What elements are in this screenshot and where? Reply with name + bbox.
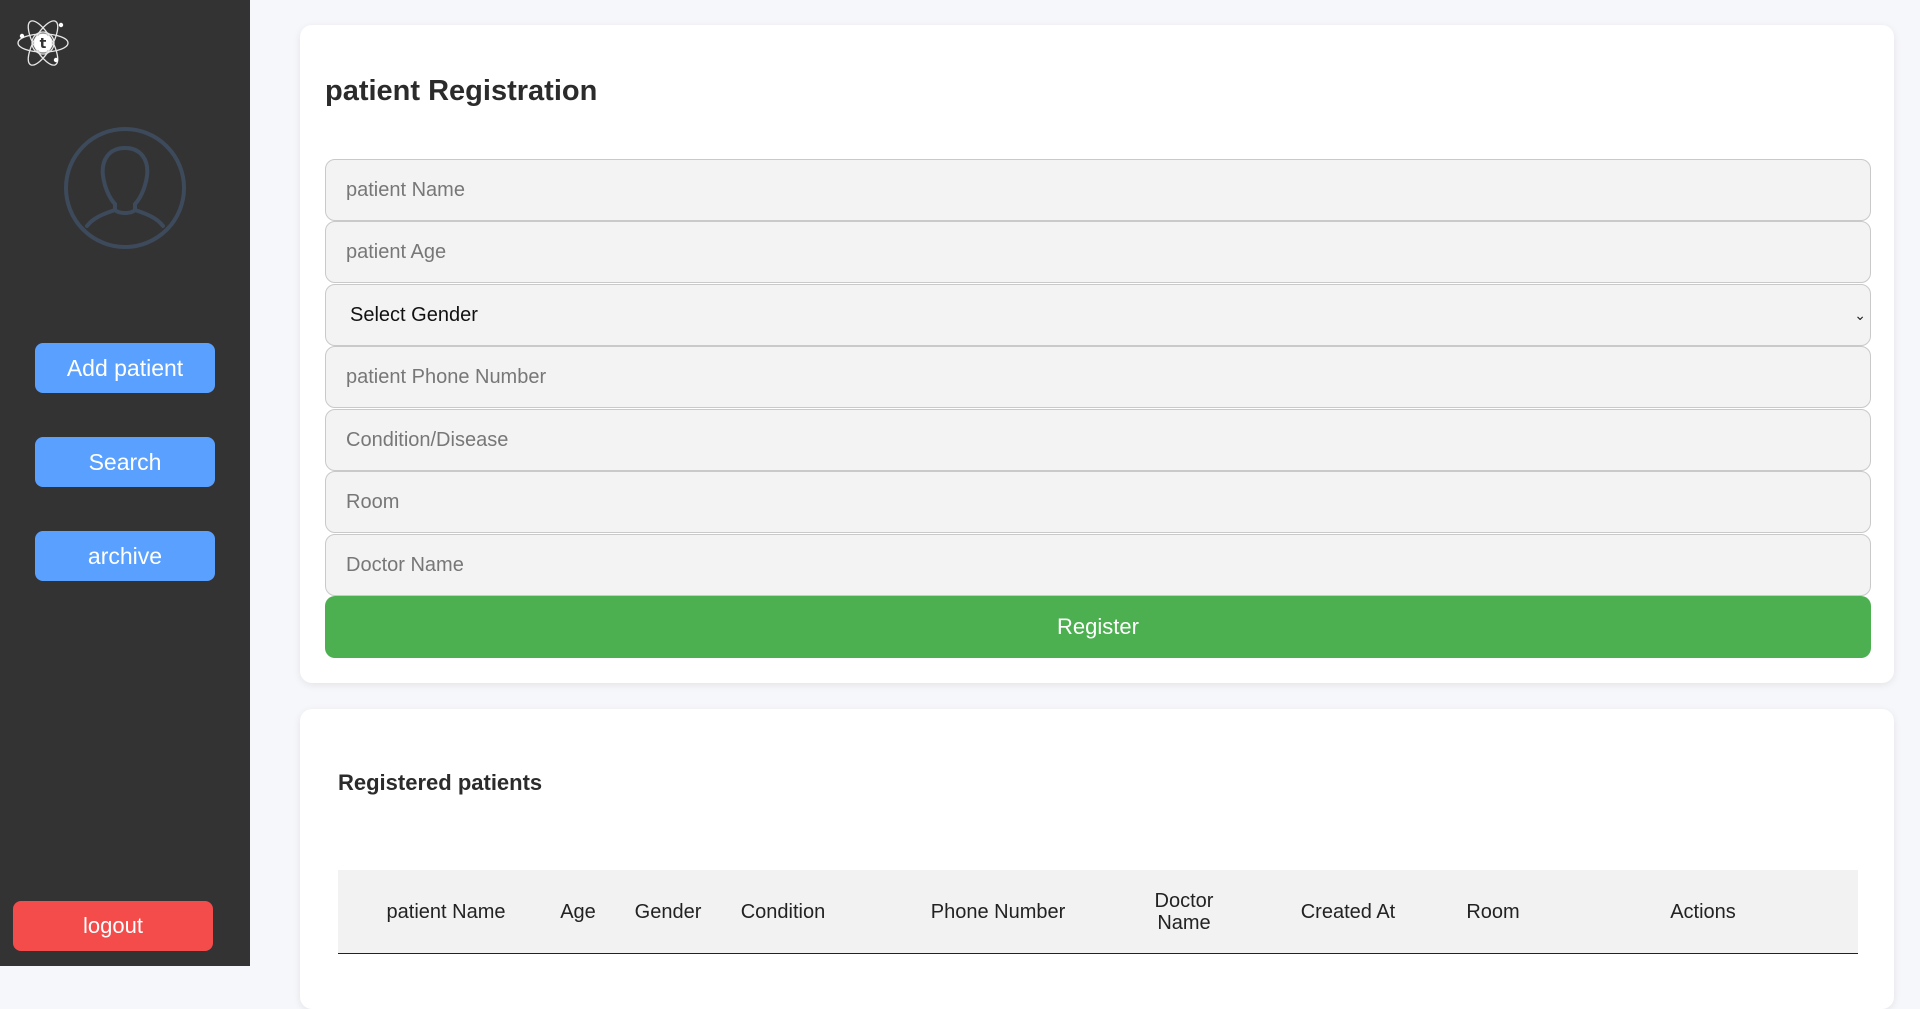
- patients-table-card: Registered patients patient Name Age Gen…: [300, 709, 1894, 1009]
- archive-button[interactable]: archive: [35, 531, 215, 581]
- svg-text:t: t: [40, 36, 47, 52]
- chevron-down-icon: ⌄: [1854, 306, 1866, 323]
- sidebar: t Add patient Search archive logout: [0, 0, 250, 966]
- doctor-name-input[interactable]: [346, 553, 1850, 577]
- column-header-condition: Condition: [740, 901, 826, 923]
- column-header-room: Room: [1466, 901, 1520, 923]
- column-header-phone-number: Phone Number: [930, 901, 1066, 923]
- column-header-gender: Gender: [634, 901, 702, 923]
- form-title: patient Registration: [325, 75, 598, 107]
- gender-select[interactable]: Select Gender ⌄: [325, 284, 1871, 346]
- table-title: Registered patients: [338, 770, 543, 795]
- registration-card: patient Registration Select Gender ⌄ Reg…: [300, 25, 1894, 683]
- add-patient-button[interactable]: Add patient: [35, 343, 215, 393]
- doctor-name-field[interactable]: [325, 534, 1871, 596]
- gender-select-value: Select Gender: [350, 303, 478, 326]
- logout-button[interactable]: logout: [13, 901, 213, 951]
- patient-age-input[interactable]: [346, 240, 1850, 264]
- search-button[interactable]: Search: [35, 437, 215, 487]
- column-header-actions: Actions: [1670, 901, 1736, 923]
- patient-name-field[interactable]: [325, 159, 1871, 221]
- column-header-doctor-name: Doctor Name: [1154, 890, 1214, 934]
- phone-number-field[interactable]: [325, 346, 1871, 408]
- room-field[interactable]: [325, 471, 1871, 533]
- column-header-created-at: Created At: [1300, 901, 1396, 923]
- register-button[interactable]: Register: [325, 596, 1871, 658]
- phone-number-input[interactable]: [346, 365, 1850, 389]
- atom-logo-icon: t: [17, 20, 69, 66]
- column-header-patient-name: patient Name: [386, 901, 506, 923]
- table-header: patient Name Age Gender Condition Phone …: [338, 870, 1858, 954]
- patient-name-input[interactable]: [346, 178, 1850, 202]
- condition-input[interactable]: [346, 428, 1850, 452]
- user-avatar-icon: [64, 127, 186, 249]
- column-header-age: Age: [560, 901, 596, 923]
- patient-age-field[interactable]: [325, 221, 1871, 283]
- condition-field[interactable]: [325, 409, 1871, 471]
- room-input[interactable]: [346, 490, 1850, 514]
